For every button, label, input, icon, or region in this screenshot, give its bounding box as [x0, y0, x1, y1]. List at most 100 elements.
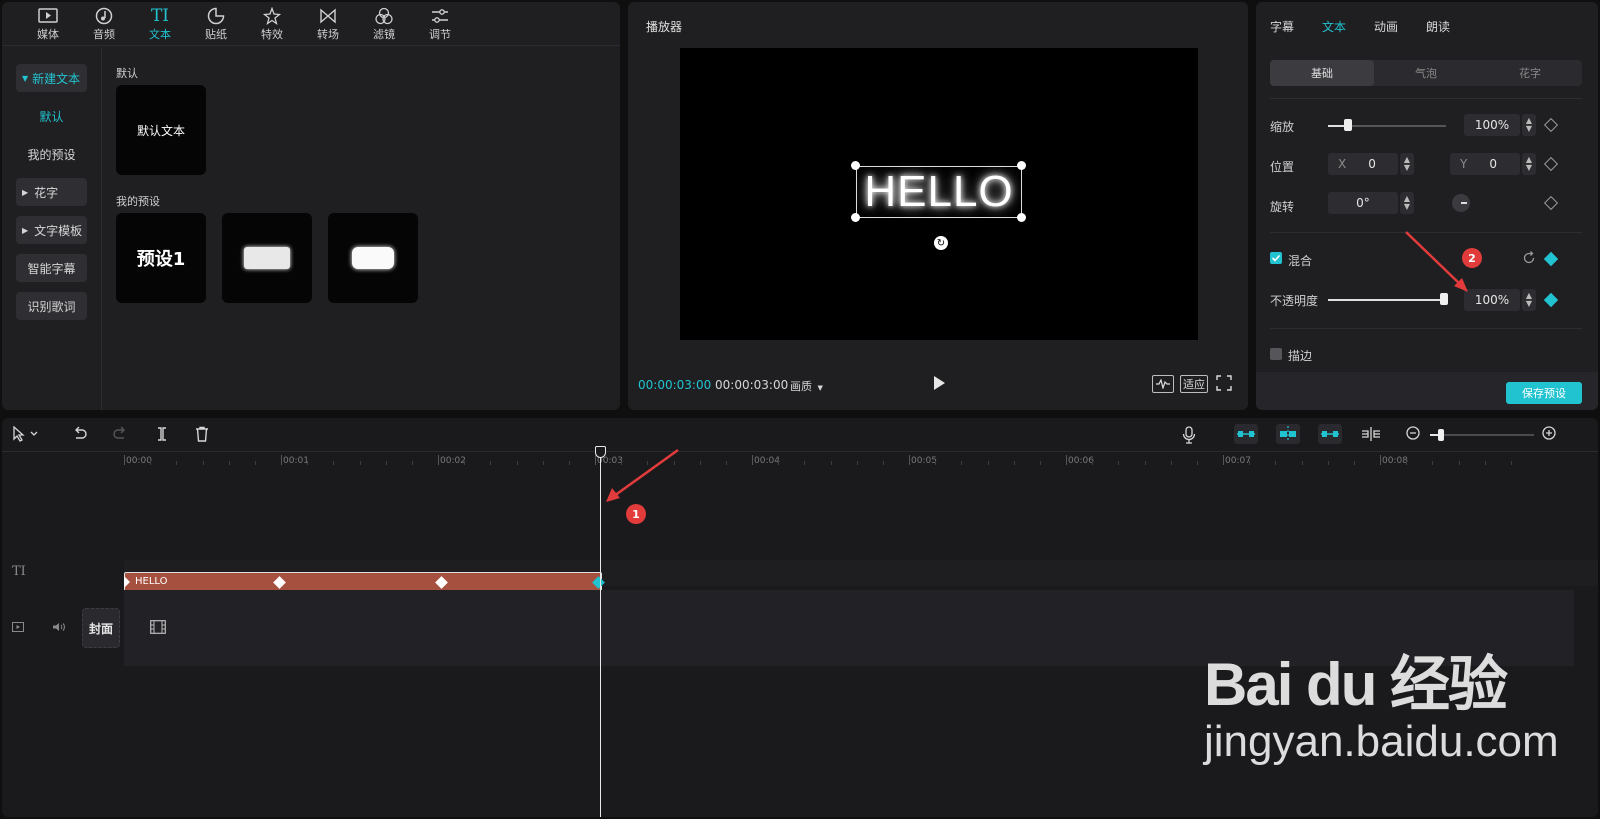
- watermark-main: Bai du 经验: [1204, 651, 1508, 718]
- reset-icon[interactable]: [1522, 251, 1536, 268]
- nav-default[interactable]: 默认: [16, 102, 87, 130]
- nav-label: 智能字幕: [27, 261, 76, 276]
- nav-text-templates[interactable]: ▶ 文字模板: [16, 216, 87, 244]
- preset-thumbnail: [352, 247, 394, 269]
- nav-lyrics[interactable]: 识别歌词: [16, 292, 87, 320]
- preview-text-box[interactable]: HELLO: [856, 166, 1022, 218]
- fit-button[interactable]: 适应: [1180, 375, 1208, 393]
- resize-handle-tr[interactable]: [1017, 161, 1026, 170]
- text-clip[interactable]: HELLO: [124, 572, 605, 592]
- snap-main-track-icon[interactable]: [1234, 424, 1258, 444]
- position-y-stepper[interactable]: ▲ ▼: [1522, 153, 1536, 175]
- track-audio-icon[interactable]: [52, 621, 66, 635]
- position-x-input[interactable]: X 0: [1328, 153, 1398, 175]
- tab-transition[interactable]: 转场: [300, 2, 356, 45]
- save-preset-label: 保存预设: [1522, 387, 1566, 400]
- tab-adjust[interactable]: 调节: [412, 2, 468, 45]
- stroke-checkbox[interactable]: [1270, 348, 1282, 360]
- track-preview-icon[interactable]: [12, 621, 24, 635]
- caret-right-icon: ▶: [22, 225, 29, 235]
- preset-card-3[interactable]: [328, 213, 418, 303]
- rotation-stepper[interactable]: ▲ ▼: [1400, 192, 1414, 214]
- segment-basic[interactable]: 基础: [1270, 60, 1374, 86]
- nav-label: 花字: [34, 185, 59, 200]
- position-y-input[interactable]: Y 0: [1450, 153, 1520, 175]
- rotation-dial-icon[interactable]: [1452, 194, 1470, 212]
- tab-media[interactable]: 媒体: [20, 2, 76, 45]
- preset-card-2[interactable]: [222, 213, 312, 303]
- video-preview[interactable]: HELLO ↻: [680, 48, 1198, 340]
- quality-dropdown[interactable]: 画质 ▼: [790, 378, 823, 394]
- default-text-card[interactable]: 默认文本: [116, 85, 206, 175]
- ruler-tick: [438, 455, 439, 465]
- linkage-icon[interactable]: [1318, 424, 1342, 444]
- opacity-keyframe-icon[interactable]: [1543, 292, 1559, 308]
- scale-keyframe-icon[interactable]: [1543, 117, 1559, 133]
- play-icon[interactable]: [934, 376, 945, 390]
- ruler-minor-tick: [1484, 461, 1486, 465]
- scale-slider-knob[interactable]: [1344, 119, 1352, 131]
- fullscreen-icon[interactable]: [1216, 375, 1232, 394]
- ruler-minor-tick: [1458, 461, 1460, 465]
- clip-keyframe[interactable]: [273, 576, 286, 589]
- zoom-out-icon[interactable]: [1406, 426, 1422, 445]
- split-icon[interactable]: [154, 426, 170, 445]
- section-title-presets: 我的预设: [116, 195, 160, 208]
- nav-label: 我的预设: [27, 147, 76, 162]
- preset-card-1[interactable]: 预设1: [116, 213, 206, 303]
- waveform-icon[interactable]: [1152, 375, 1174, 393]
- ruler-tick-label: 00:04: [754, 456, 780, 466]
- clip-keyframe[interactable]: [435, 576, 448, 589]
- tab-text[interactable]: TI 文本: [132, 2, 188, 45]
- position-x-stepper[interactable]: ▲ ▼: [1400, 153, 1414, 175]
- ruler-minor-tick: [385, 461, 387, 465]
- segment-fancy[interactable]: 花字: [1478, 60, 1582, 86]
- nav-new-text[interactable]: ▼ 新建文本: [16, 64, 87, 92]
- preview-axis-icon[interactable]: [1360, 426, 1382, 445]
- nav-my-presets[interactable]: 我的预设: [16, 140, 87, 168]
- nav-smart-captions[interactable]: 智能字幕: [16, 254, 87, 282]
- tab-effects[interactable]: 特效: [244, 2, 300, 45]
- blend-keyframe-icon[interactable]: [1543, 251, 1559, 267]
- select-tool-icon[interactable]: [12, 425, 40, 445]
- cover-button[interactable]: 封面: [82, 608, 120, 648]
- ruler-minor-tick: [1013, 461, 1015, 465]
- redo-icon[interactable]: [112, 426, 128, 445]
- delete-icon[interactable]: [194, 426, 210, 445]
- timeline-ruler[interactable]: 00:00 00:01 00:02 00:03 00:04 00:05 00:06 00:07…: [2, 452, 1598, 472]
- opacity-stepper[interactable]: ▲ ▼: [1522, 289, 1536, 311]
- microphone-icon[interactable]: [1182, 426, 1196, 447]
- zoom-slider-track[interactable]: [1430, 434, 1534, 436]
- resize-handle-br[interactable]: [1017, 213, 1026, 222]
- tab-animation[interactable]: 动画: [1374, 18, 1398, 35]
- nav-fancy-text[interactable]: ▶ 花字: [16, 178, 87, 206]
- ruler-minor-tick: [411, 461, 413, 465]
- tab-text[interactable]: 文本: [1322, 18, 1346, 35]
- undo-icon[interactable]: [72, 426, 88, 445]
- resize-handle-tl[interactable]: [851, 161, 860, 170]
- rotate-handle-icon[interactable]: ↻: [934, 236, 948, 250]
- rotation-label: 旋转: [1270, 200, 1295, 214]
- tab-sticker[interactable]: 贴纸: [188, 2, 244, 45]
- rotation-keyframe-icon[interactable]: [1543, 195, 1559, 211]
- position-keyframe-icon[interactable]: [1543, 156, 1559, 172]
- y-label: Y: [1460, 157, 1468, 171]
- clip-start-handle[interactable]: [124, 576, 130, 588]
- scale-stepper[interactable]: ▲ ▼: [1522, 114, 1536, 136]
- save-preset-button[interactable]: 保存预设: [1506, 382, 1582, 404]
- chevron-down-icon: ▼: [817, 384, 823, 392]
- segment-bubble[interactable]: 气泡: [1374, 60, 1478, 86]
- tab-read-aloud[interactable]: 朗读: [1426, 18, 1450, 35]
- blend-checkbox[interactable]: [1270, 252, 1282, 264]
- rotation-input[interactable]: 0°: [1328, 192, 1398, 214]
- ruler-tick: [1223, 455, 1224, 465]
- resize-handle-bl[interactable]: [851, 213, 860, 222]
- zoom-slider-knob[interactable]: [1438, 429, 1444, 441]
- tab-filter[interactable]: 滤镜: [356, 2, 412, 45]
- tab-captions[interactable]: 字幕: [1270, 18, 1294, 35]
- scale-input[interactable]: 100%: [1464, 114, 1520, 136]
- zoom-in-icon[interactable]: [1542, 426, 1558, 445]
- ruler-minor-tick: [490, 461, 492, 465]
- tab-audio[interactable]: 音频: [76, 2, 132, 45]
- auto-snap-icon[interactable]: [1276, 424, 1300, 444]
